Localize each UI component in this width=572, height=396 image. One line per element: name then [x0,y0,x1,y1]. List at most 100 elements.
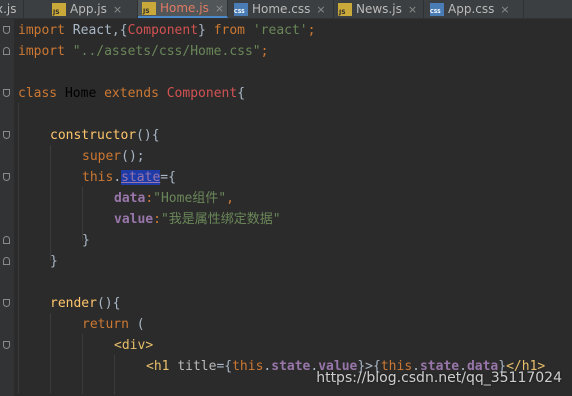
code-line-8: this.state={ [82,167,176,188]
method-name: render [50,296,97,311]
colon: : [153,212,161,227]
code-text: (){ [96,296,121,311]
method-name: constructor [50,128,137,143]
keyword-import: import [18,23,65,38]
tab-label: App.js [70,2,107,16]
close-icon[interactable]: × [215,2,224,15]
object-key: data [114,191,146,206]
keyword-from: from [213,23,246,38]
fold-open-icon[interactable] [3,341,10,349]
semicolon: ; [307,23,316,38]
tab-x-js[interactable]: x.js [0,0,24,18]
string-literal: "../assets/css/Home.css" [72,44,261,59]
identifier-component: Component [166,86,238,101]
tab-label: App.css [448,2,495,16]
fold-open-icon[interactable] [3,131,10,139]
tab-label: News.js [356,2,402,16]
close-icon[interactable]: × [316,3,325,16]
jsx-bracket: > [145,338,154,353]
semicolon: ; [260,44,269,59]
code-line-7: super(); [82,146,145,167]
jsx-tag: h1 [153,359,170,374]
comma: , [226,191,234,206]
tab-label: Home.js [160,1,209,15]
fold-open-icon[interactable] [3,173,10,181]
code-line-16: <div> [114,335,153,356]
tab-label: x.js [0,2,17,16]
colon: : [145,191,154,206]
code-editor[interactable]: import React,{Component} from 'react'; i… [14,19,572,396]
fold-close-icon[interactable] [3,257,10,265]
close-icon[interactable]: × [408,3,417,16]
keyword-this: this [82,170,114,185]
string-literal: "Home组件" [153,191,227,206]
indent-guide [114,355,115,395]
js-file-icon [338,2,352,16]
code-line-15: return ( [82,314,145,335]
jsx-attribute: title [177,359,217,374]
keyword-return: return [82,317,129,332]
code-line-12: } [50,251,58,272]
identifier-component: Component [127,23,199,38]
tab-home-css[interactable]: Home.css × [228,0,334,18]
jsx-tag: div [121,338,146,353]
code-text: { [237,86,246,101]
keyword-this: this [232,359,264,374]
code-line-6: constructor(){ [50,125,160,146]
code-text: ={ [216,359,233,374]
member-state: state [271,359,311,374]
code-text: ( [128,317,145,332]
keyword-extends: extends [104,86,159,101]
keyword-super: super [82,149,122,164]
keyword-class: class [18,86,58,101]
editor-gutter [0,19,14,396]
tab-home-js[interactable]: Home.js × [138,0,228,18]
close-icon[interactable]: × [113,3,122,16]
indent-guide [50,145,51,261]
fold-open-icon[interactable] [3,26,10,34]
keyword-import: import [18,44,65,59]
fold-close-icon[interactable] [3,236,10,244]
code-line-9: data:"Home组件", [114,188,234,209]
code-line-4: class Home extends Component{ [18,83,245,104]
code-line-14: render(){ [50,293,120,314]
class-name: Home [64,86,97,101]
code-text: (); [121,149,145,164]
editor-window: x.js App.js × Home.js × Home.css × News.… [0,0,572,396]
close-icon[interactable]: × [500,3,509,16]
fold-open-icon[interactable] [3,299,10,307]
code-line-10: value:"我是属性绑定数据" [114,209,281,230]
tab-news-js[interactable]: News.js × [334,0,424,18]
closing-brace: } [82,233,90,248]
fold-open-icon[interactable] [3,89,10,97]
string-literal: 'react' [252,23,308,38]
code-text: ={ [160,170,176,185]
indent-guide [18,103,19,393]
code-text: } [198,23,214,38]
editor-tab-bar: x.js App.js × Home.js × Home.css × News.… [0,0,572,19]
js-file-icon [52,2,66,16]
jsx-bracket: < [114,338,122,353]
code-line-2: import "../assets/css/Home.css"; [18,41,268,62]
closing-brace: } [50,254,58,269]
tab-app-js[interactable]: App.js × [48,0,138,18]
tab-label: Home.css [252,2,311,16]
code-text: React,{ [64,23,128,38]
string-literal: "我是属性绑定数据" [160,212,281,227]
code-line-1: import React,{Component} from 'react'; [18,20,315,41]
code-text: . [113,170,122,185]
js-file-icon [142,1,156,15]
fold-close-icon[interactable] [3,47,10,55]
jsx-bracket: < [146,359,154,374]
css-file-icon [430,2,444,16]
tab-app-css[interactable]: App.css × [424,0,524,18]
indent-guide [82,334,83,394]
member-state-highlighted: state [121,170,161,185]
code-text: (){ [136,128,160,143]
watermark-text: https://blog.csdn.net/qq_35117024 [316,370,562,386]
